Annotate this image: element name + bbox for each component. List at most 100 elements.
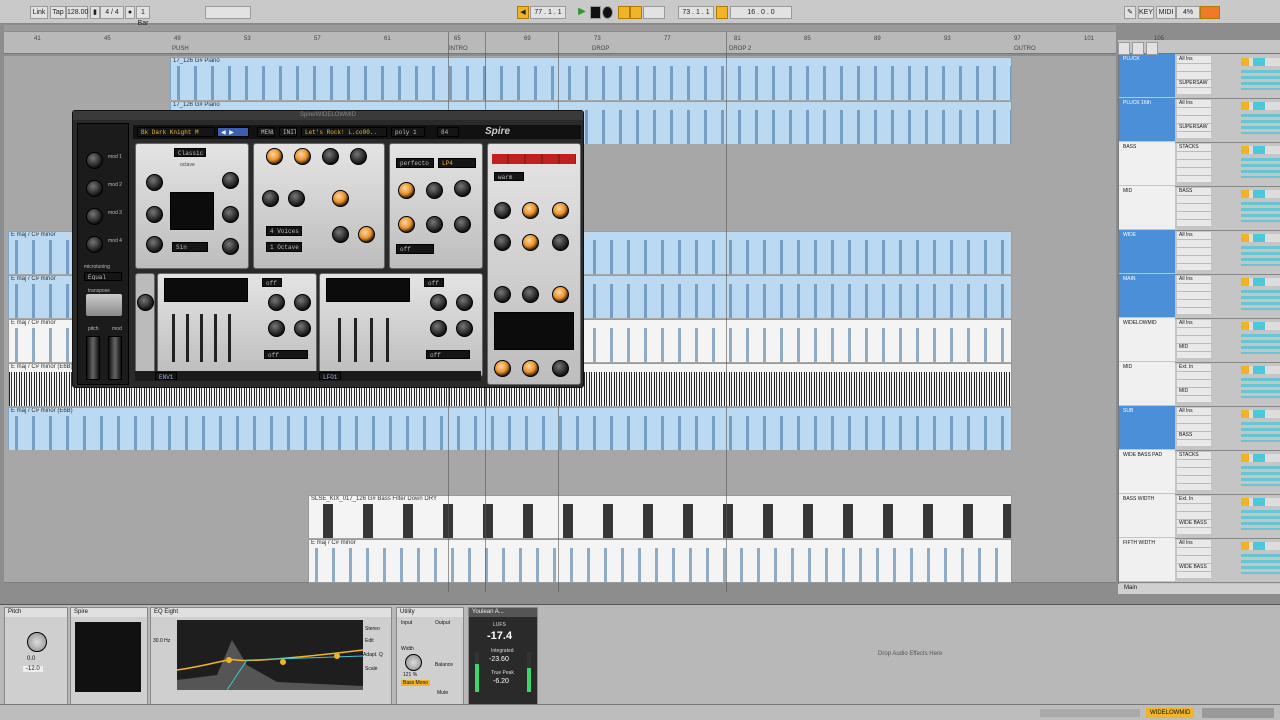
tempo-field[interactable]: 128.00	[66, 6, 88, 19]
eq-curve-display[interactable]	[177, 620, 363, 690]
osc-knob-1[interactable]	[146, 174, 163, 191]
track-name[interactable]: WIDE BASS PAD	[1119, 450, 1175, 493]
env1-knob-4[interactable]	[294, 320, 311, 337]
env1-release-slider[interactable]	[228, 314, 231, 362]
session-record-button[interactable]	[643, 6, 665, 19]
track-lane[interactable]: 17_126 G# Piano	[4, 56, 1116, 101]
sends-toggle-icon[interactable]	[1132, 42, 1144, 55]
track-io[interactable]: All Ins BASS	[1177, 408, 1211, 446]
lfo1-dest-display[interactable]: off	[426, 350, 470, 359]
overdub-button[interactable]	[618, 6, 630, 19]
track-lane[interactable]: E maj / C# minor	[4, 538, 1116, 583]
lfo1-knob-2[interactable]	[456, 294, 473, 311]
spire-device[interactable]: Spire	[70, 607, 148, 705]
mod2-knob[interactable]	[86, 180, 103, 197]
track-controls[interactable]	[1241, 234, 1280, 242]
track-name[interactable]: MID	[1119, 186, 1175, 229]
follow-button[interactable]: ◀	[517, 6, 529, 19]
track-controls[interactable]	[1241, 454, 1280, 462]
track-io[interactable]: All Ins SUPERSAW	[1177, 56, 1211, 94]
filter-mode-display[interactable]: LP4	[438, 158, 476, 168]
track-io[interactable]: STACKS	[1177, 452, 1211, 490]
menu-button[interactable]: MENU	[257, 127, 275, 137]
filter-routing-display[interactable]: off	[396, 244, 434, 254]
input-select[interactable]: Ext. In	[1179, 496, 1193, 502]
key-map-button[interactable]: KEY	[1138, 6, 1154, 19]
eq-knob-1[interactable]	[494, 286, 511, 303]
voice-mode-display[interactable]: poly 1	[391, 127, 425, 137]
mixer-track[interactable]: PLUCK 16th All Ins SUPERSAW	[1119, 98, 1280, 143]
track-controls[interactable]	[1241, 322, 1280, 330]
lfo1-mode[interactable]: off	[424, 278, 444, 287]
lfo1-slider-3[interactable]	[370, 318, 373, 362]
track-controls[interactable]	[1241, 190, 1280, 198]
filter-knob-6[interactable]	[454, 216, 471, 233]
eq-edit-label[interactable]: Edit	[365, 638, 374, 644]
track-name[interactable]: SUB	[1119, 406, 1175, 449]
unison-pan-knob[interactable]	[332, 226, 349, 243]
unison-width-knob[interactable]	[358, 226, 375, 243]
preset-nav-arrows[interactable]: ◀ ▶	[217, 127, 249, 137]
tap-button[interactable]: Tap	[50, 6, 66, 19]
track-io[interactable]: All Ins	[1177, 276, 1211, 314]
mixer-track[interactable]: WIDE All Ins	[1119, 230, 1280, 275]
input-select[interactable]: All Ins	[1179, 232, 1193, 238]
track-name[interactable]: PLUCK 16th	[1119, 98, 1175, 141]
pitch-range-field[interactable]: -12.0	[23, 666, 43, 672]
track-lane[interactable]	[4, 450, 1116, 495]
cutoff-1-knob[interactable]	[398, 182, 415, 199]
fx-mode-display[interactable]: warm	[494, 172, 524, 181]
clip[interactable]: E maj / C# minor (E6B)	[8, 407, 1012, 451]
track-io[interactable]: Ext. In MID	[1177, 364, 1211, 402]
env1-dest-display[interactable]: off	[264, 350, 308, 359]
utility-mute-label[interactable]: Mute	[437, 690, 448, 696]
unison-knob-2[interactable]	[294, 148, 311, 165]
ruler-locator[interactable]: INTRO	[449, 46, 468, 52]
unison-voices-display[interactable]: 4 Voices	[266, 226, 302, 236]
init-button[interactable]: INIT	[279, 127, 297, 137]
clip[interactable]: 17_126 G# Piano	[170, 57, 1012, 101]
mod1-knob[interactable]	[86, 152, 103, 169]
pitch-knob[interactable]	[27, 632, 47, 652]
record-icon[interactable]	[602, 6, 613, 19]
input-select[interactable]: STACKS	[1179, 452, 1199, 458]
osc-knob-5[interactable]	[146, 236, 163, 253]
mixer-track[interactable]: FIFTH WIDTH All Ins WIDE BASS	[1119, 538, 1280, 583]
track-io[interactable]: BASS	[1177, 188, 1211, 226]
eq-gain-knob[interactable]	[552, 360, 569, 377]
unison-knob-1[interactable]	[266, 148, 283, 165]
chain-select[interactable]: SUPERSAW	[1179, 124, 1207, 130]
stop-icon[interactable]	[590, 6, 601, 19]
beat-time-ruler[interactable]: 41 45 49 53 57 61 65 69 73 77 81 85 89 93 97 101 105 PUSH…	[4, 32, 1164, 54]
eq-freq-knob[interactable]	[494, 360, 511, 377]
track-name[interactable]: MID	[1119, 362, 1175, 405]
track-name[interactable]: WIDELOWMID	[1119, 318, 1175, 361]
fx-knob-3[interactable]	[552, 202, 569, 219]
input-select[interactable]: All Ins	[1179, 540, 1193, 546]
eq-knob-2[interactable]	[522, 286, 539, 303]
ruler-locator[interactable]: DROP 2	[729, 46, 751, 52]
track-io[interactable]: All Ins WIDE BASS	[1177, 540, 1211, 578]
chain-select[interactable]: WIDE BASS	[1179, 520, 1207, 526]
track-controls[interactable]	[1241, 498, 1280, 506]
mixer-track[interactable]: BASS STACKS	[1119, 142, 1280, 187]
env1-mode[interactable]: off	[262, 278, 282, 287]
arrangement-overview[interactable]	[4, 25, 1116, 31]
lfo1-knob-1[interactable]	[430, 294, 447, 311]
transpose-slider[interactable]	[86, 294, 122, 316]
automation-arm-button[interactable]	[630, 6, 642, 19]
ruler-locator[interactable]: DROP	[592, 46, 609, 52]
preset-bank-display[interactable]: Bk Dark Knight M	[137, 127, 215, 137]
eq-q-knob[interactable]	[522, 360, 539, 377]
loop-start[interactable]: 73 . 1 . 1	[678, 6, 714, 19]
osc-knob-6[interactable]	[222, 238, 239, 255]
patch-name-display[interactable]: Let's Rock! L.co00..	[301, 127, 387, 137]
unison-density-knob[interactable]	[288, 190, 305, 207]
utility-device[interactable]: Utility Input Output Width 121 % Bass Mo…	[396, 607, 464, 705]
osc-mode-display[interactable]: Classic	[174, 148, 206, 157]
track-io[interactable]: All Ins MID	[1177, 320, 1211, 358]
clip[interactable]: E maj / C# minor	[308, 539, 1012, 583]
lfo1-tab[interactable]: LFO1	[319, 372, 341, 380]
track-controls[interactable]	[1241, 366, 1280, 374]
lfo1-slider-4[interactable]	[386, 318, 389, 362]
